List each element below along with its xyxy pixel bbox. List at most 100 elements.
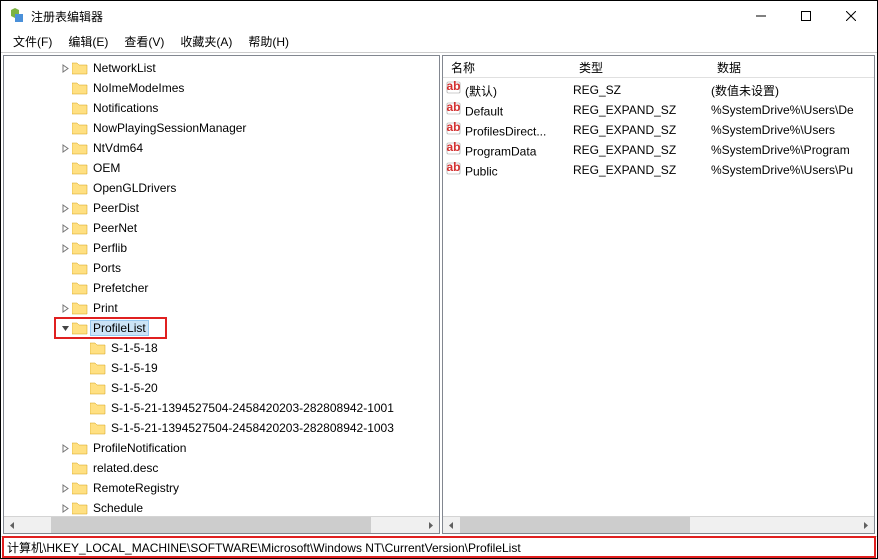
expander-icon[interactable]	[58, 244, 72, 253]
col-header-data[interactable]: 数据	[709, 56, 874, 77]
tree-item[interactable]: Print	[4, 298, 439, 318]
list-body-wrap[interactable]: ab(默认)REG_SZ(数值未设置)abDefaultREG_EXPAND_S…	[443, 78, 874, 516]
tree-item[interactable]: Notifications	[4, 98, 439, 118]
tree-item-label: NowPlayingSessionManager	[90, 121, 249, 135]
value-data-cell: %SystemDrive%\Program	[709, 143, 874, 157]
tree-item[interactable]: S-1-5-19	[4, 358, 439, 378]
tree-pane: NetworkList NoImeModeImesNotifications Now…	[3, 55, 440, 534]
tree-item-label: PeerDist	[90, 201, 142, 215]
folder-icon	[90, 401, 106, 415]
string-value-icon: ab	[445, 101, 461, 115]
folder-icon	[72, 81, 88, 95]
folder-icon	[72, 461, 88, 475]
tree-body[interactable]: NetworkList NoImeModeImesNotifications Now…	[4, 56, 439, 516]
tree-item-label: RemoteRegistry	[90, 481, 182, 495]
folder-icon	[72, 181, 88, 195]
value-row[interactable]: abDefaultREG_EXPAND_SZ%SystemDrive%\User…	[443, 100, 874, 120]
value-row[interactable]: ab(默认)REG_SZ(数值未设置)	[443, 80, 874, 100]
col-header-type[interactable]: 类型	[571, 56, 709, 77]
tree-item-label: NtVdm64	[90, 141, 146, 155]
tree-item[interactable]: ProfileList	[4, 318, 439, 338]
tree-item-label: OEM	[90, 161, 123, 175]
tree-item-label: NetworkList	[90, 61, 159, 75]
menu-edit[interactable]: 编辑(E)	[60, 31, 116, 52]
tree-item[interactable]: Ports	[4, 258, 439, 278]
tree-item[interactable]: related.desc	[4, 458, 439, 478]
tree-item-label: Perflib	[90, 241, 130, 255]
tree-item[interactable]: S-1-5-18	[4, 338, 439, 358]
folder-icon	[72, 221, 88, 235]
folder-icon	[72, 141, 88, 155]
expander-icon[interactable]	[58, 324, 72, 333]
value-type-cell: REG_EXPAND_SZ	[571, 103, 709, 117]
expander-icon[interactable]	[58, 504, 72, 513]
tree-item[interactable]: ProfileNotification	[4, 438, 439, 458]
titlebar: 注册表编辑器	[1, 1, 877, 31]
tree-item-label: ProfileNotification	[90, 441, 189, 455]
tree-item-label: OpenGLDrivers	[90, 181, 179, 195]
value-name-cell: abDefault	[443, 101, 571, 119]
menu-view[interactable]: 查看(V)	[116, 31, 172, 52]
tree-item[interactable]: Prefetcher	[4, 278, 439, 298]
expander-icon[interactable]	[58, 64, 72, 73]
statusbar-path: 计算机\HKEY_LOCAL_MACHINE\SOFTWARE\Microsof…	[7, 539, 521, 556]
expander-icon[interactable]	[58, 304, 72, 313]
scroll-right-button[interactable]	[422, 517, 439, 534]
tree-item-label: Ports	[90, 261, 124, 275]
close-button[interactable]	[828, 1, 873, 31]
menu-help[interactable]: 帮助(H)	[240, 31, 297, 52]
col-header-name[interactable]: 名称	[443, 56, 571, 77]
value-name-cell: ab(默认)	[443, 81, 571, 100]
tree-item[interactable]: S-1-5-21-1394527504-2458420203-282808942…	[4, 418, 439, 438]
tree-item-label: S-1-5-20	[108, 381, 161, 395]
tree-item[interactable]: S-1-5-21-1394527504-2458420203-282808942…	[4, 398, 439, 418]
expander-icon[interactable]	[58, 144, 72, 153]
tree-item[interactable]: RemoteRegistry	[4, 478, 439, 498]
tree-item[interactable]: Perflib	[4, 238, 439, 258]
folder-icon	[72, 301, 88, 315]
folder-icon	[72, 241, 88, 255]
value-row[interactable]: abProfilesDirect...REG_EXPAND_SZ%SystemD…	[443, 120, 874, 140]
tree-item[interactable]: NowPlayingSessionManager	[4, 118, 439, 138]
minimize-button[interactable]	[738, 1, 783, 31]
tree-item[interactable]: PeerDist	[4, 198, 439, 218]
folder-icon	[90, 361, 106, 375]
scroll-left-button[interactable]	[443, 517, 460, 534]
list-h-scrollbar[interactable]	[443, 516, 874, 533]
expander-icon[interactable]	[58, 204, 72, 213]
tree-item[interactable]: S-1-5-20	[4, 378, 439, 398]
tree-item-label: S-1-5-21-1394527504-2458420203-282808942…	[108, 421, 397, 435]
menu-file[interactable]: 文件(F)	[5, 31, 60, 52]
scroll-thumb[interactable]	[460, 517, 690, 534]
expander-icon[interactable]	[58, 444, 72, 453]
value-row[interactable]: abProgramDataREG_EXPAND_SZ%SystemDrive%\…	[443, 140, 874, 160]
tree-h-scrollbar[interactable]	[4, 516, 439, 533]
tree-item[interactable]: NoImeModeImes	[4, 78, 439, 98]
tree-item[interactable]: PeerNet	[4, 218, 439, 238]
tree-item-label: S-1-5-21-1394527504-2458420203-282808942…	[108, 401, 397, 415]
menu-favorites[interactable]: 收藏夹(A)	[172, 31, 240, 52]
value-row[interactable]: abPublicREG_EXPAND_SZ%SystemDrive%\Users…	[443, 160, 874, 180]
scroll-right-button[interactable]	[857, 517, 874, 534]
string-value-icon: ab	[445, 81, 461, 95]
scroll-left-button[interactable]	[4, 517, 21, 534]
expander-icon[interactable]	[58, 484, 72, 493]
tree-item-label: ProfileList	[90, 320, 149, 336]
tree-item[interactable]: OEM	[4, 158, 439, 178]
values-pane: 名称 类型 数据 ab(默认)REG_SZ(数值未设置)abDefaultREG…	[442, 55, 875, 534]
value-type-cell: REG_EXPAND_SZ	[571, 123, 709, 137]
tree-item-label: related.desc	[90, 461, 161, 475]
tree-item[interactable]: NtVdm64	[4, 138, 439, 158]
scroll-thumb[interactable]	[51, 517, 371, 534]
tree-item[interactable]: Schedule	[4, 498, 439, 516]
expander-icon[interactable]	[58, 224, 72, 233]
string-value-icon: ab	[445, 161, 461, 175]
window-title: 注册表编辑器	[31, 8, 738, 25]
maximize-button[interactable]	[783, 1, 828, 31]
svg-text:ab: ab	[446, 121, 460, 134]
folder-icon	[72, 261, 88, 275]
tree-item[interactable]: OpenGLDrivers	[4, 178, 439, 198]
scroll-track[interactable]	[460, 517, 857, 534]
tree-item[interactable]: NetworkList	[4, 58, 439, 78]
scroll-track[interactable]	[21, 517, 422, 534]
